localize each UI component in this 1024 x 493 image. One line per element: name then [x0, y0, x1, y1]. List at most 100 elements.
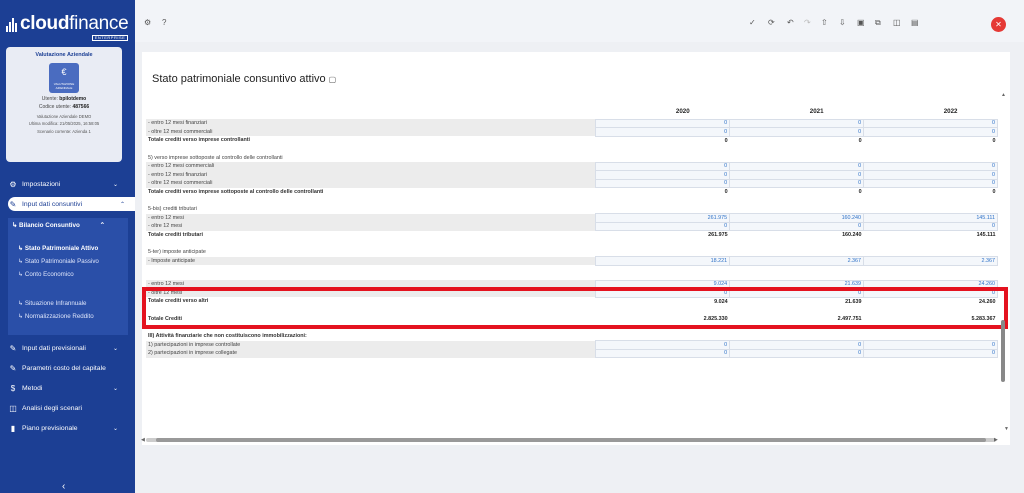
subnav-normalizzazione-reddito[interactable]: ↳ Normalizzazione Reddito: [18, 313, 94, 320]
table-row: 1) partecipazioni in imprese controllate…: [146, 340, 998, 350]
subnav-stato-patrimoniale-attivo[interactable]: ↳ Stato Patrimoniale Attivo: [18, 245, 98, 252]
nav-previsionali-label: Input dati previsionali: [22, 344, 86, 352]
copy-icon[interactable]: ⧉: [875, 18, 881, 28]
scroll-thumb[interactable]: [156, 438, 986, 442]
scroll-up-icon[interactable]: ▲: [1001, 92, 1006, 98]
value-input-cell[interactable]: 0: [595, 170, 731, 180]
value-input-cell[interactable]: 0: [729, 221, 865, 231]
nav-impostazioni[interactable]: ⚙ Impostazioni ⌄: [8, 177, 128, 191]
value-cell: [864, 239, 998, 248]
vertical-scrollbar[interactable]: [1001, 320, 1005, 382]
subnav-bilancio-label: Bilancio Consuntivo: [19, 222, 80, 229]
value-cell: [596, 248, 730, 257]
value-cell: [730, 265, 864, 274]
row-label: Totale crediti verso imprese controllant…: [148, 137, 251, 144]
value-cell: [596, 145, 730, 154]
form-icon[interactable]: ▤: [911, 18, 919, 27]
value-cell: [596, 154, 730, 163]
nav-parametri-costo-capitale[interactable]: ✎ Parametri costo del capitale: [8, 361, 128, 375]
value-input-cell[interactable]: 0: [863, 340, 998, 350]
value-input-cell[interactable]: 0: [595, 221, 731, 231]
value-input-cell[interactable]: 0: [729, 348, 865, 358]
horizontal-scrollbar[interactable]: [146, 438, 996, 442]
scroll-down-icon[interactable]: ▼: [1004, 426, 1009, 432]
collapse-sidebar-icon[interactable]: ‹: [62, 481, 65, 492]
value-input-cell[interactable]: 0: [595, 340, 731, 350]
value-cell: 0: [858, 137, 862, 144]
last-modified: Ultima modifica: 21/05/2025, 16:58:05: [28, 120, 100, 126]
subnav-panel: ↳ Stato Patrimoniale Attivo ↳ Stato Patr…: [8, 218, 128, 335]
value-cell: 0: [992, 189, 996, 195]
value-cell: [596, 332, 730, 341]
value-input-cell[interactable]: 0: [729, 340, 865, 350]
scroll-left-icon[interactable]: ◀: [141, 437, 145, 443]
value-input-cell[interactable]: 160.240: [729, 213, 865, 223]
value-input-cell[interactable]: 0: [729, 170, 865, 180]
value-input-cell[interactable]: 0: [729, 178, 865, 188]
nav-piano-previsionale[interactable]: ▮ Piano previsionale ⌄: [8, 421, 128, 435]
year-header: 2021: [809, 108, 824, 116]
close-icon[interactable]: ✕: [991, 17, 1006, 32]
nav-metodi[interactable]: $ Metodi ⌄: [8, 381, 128, 395]
subnav-bilancio-consuntivo[interactable]: ↳ Bilancio Consuntivo ⌃: [12, 222, 105, 229]
nav-input-previsionali[interactable]: ✎ Input dati previsionali ⌄: [8, 341, 128, 355]
columns-icon[interactable]: ◫: [893, 18, 901, 27]
value-input-cell[interactable]: 2.367: [863, 256, 998, 266]
brand-logo[interactable]: cloudfinance ENTERPRISE: [6, 10, 131, 41]
value-input-cell[interactable]: 0: [595, 178, 731, 188]
value-input-cell[interactable]: 0: [595, 118, 731, 128]
gear-icon: ⚙: [9, 179, 17, 189]
scroll-right-icon[interactable]: ▶: [994, 437, 998, 443]
value-input-cell[interactable]: 261.975: [595, 213, 731, 223]
value-input-cell[interactable]: 0: [595, 161, 731, 171]
value-input-cell[interactable]: 2.367: [729, 256, 865, 266]
subnav-ce-label: Conto Economico: [24, 271, 74, 278]
edit-icon: ✎: [9, 199, 17, 209]
nav-metodi-label: Metodi: [22, 384, 43, 392]
nav-input-consuntivi[interactable]: ✎ Input dati consuntivi ⌃: [8, 197, 135, 211]
value-cell: 0: [992, 137, 996, 144]
settings-icon[interactable]: ⚙: [144, 18, 151, 27]
value-input-cell[interactable]: 0: [863, 221, 998, 231]
refresh-icon[interactable]: ⟳: [768, 18, 775, 27]
value-cell: [730, 196, 864, 205]
value-input-cell[interactable]: 0: [863, 127, 998, 137]
save-icon[interactable]: ▣: [857, 18, 865, 27]
value-cell: [864, 265, 998, 274]
check-icon[interactable]: ✓: [749, 18, 756, 27]
upload-icon[interactable]: ⇧: [821, 18, 828, 27]
book-icon[interactable]: ▢: [329, 75, 337, 84]
nav-analisi-scenari[interactable]: ◫ Analisi degli scenari: [8, 401, 128, 415]
value-input-cell[interactable]: 145.111: [863, 213, 998, 223]
value-input-cell[interactable]: 18.221: [595, 256, 731, 266]
value-input-cell[interactable]: 0: [863, 178, 998, 188]
redo-icon[interactable]: ↷: [804, 18, 811, 27]
undo-icon[interactable]: ↶: [787, 18, 794, 27]
value-input-cell[interactable]: 0: [595, 127, 731, 137]
nav-impostazioni-label: Impostazioni: [22, 180, 61, 188]
value-input-cell[interactable]: 0: [863, 161, 998, 171]
value-cell: [864, 145, 998, 154]
value-input-cell[interactable]: 0: [863, 118, 998, 128]
chevron-up-icon: ⌃: [119, 201, 125, 208]
subnav-conto-economico[interactable]: ↳ Conto Economico: [18, 271, 74, 278]
value-input-cell[interactable]: 0: [729, 127, 865, 137]
subnav-situazione-infrannuale[interactable]: ↳ Situazione Infrannuale: [18, 300, 86, 307]
subnav-stato-patrimoniale-passivo[interactable]: ↳ Stato Patrimoniale Passivo: [18, 258, 99, 265]
year-header: 2020: [675, 108, 690, 116]
value-input-cell[interactable]: 0: [863, 170, 998, 180]
value-input-cell[interactable]: 0: [729, 161, 865, 171]
value-input-cell[interactable]: 0: [863, 348, 998, 358]
row-label: [146, 239, 596, 248]
brand-sub: ENTERPRISE: [92, 35, 128, 41]
chevron-down-icon: ⌄: [112, 345, 118, 352]
row-label: - entro 12 mesi finanziari: [146, 119, 596, 128]
value-cell: [864, 205, 998, 214]
sidebar: cloudfinance ENTERPRISE Valutazione Azie…: [0, 0, 135, 493]
row-label: 5) verso imprese sottoposte al controllo…: [148, 154, 283, 161]
help-icon[interactable]: ?: [162, 18, 166, 27]
value-input-cell[interactable]: 0: [729, 118, 865, 128]
download-icon[interactable]: ⇩: [839, 18, 846, 27]
table-row: [146, 196, 998, 205]
value-input-cell[interactable]: 0: [595, 348, 731, 358]
